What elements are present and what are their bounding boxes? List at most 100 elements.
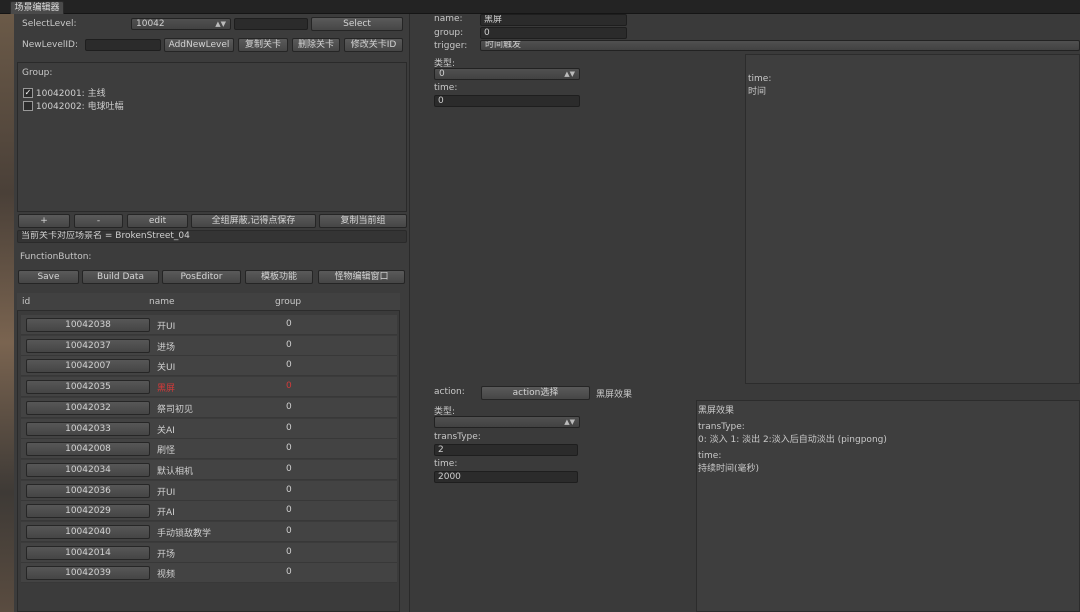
row-name: 黑屏 (157, 384, 176, 394)
group-field[interactable]: 0 (480, 27, 627, 39)
dropdown-arrow-icon: ▲▼ (215, 20, 226, 28)
action-value: 黑屏效果 (596, 390, 633, 400)
template-button[interactable]: 模板功能 (245, 270, 313, 284)
name-field[interactable]: 黑屏 (480, 14, 627, 26)
row-id-button[interactable]: 10042035 (26, 380, 150, 394)
add-new-level-button[interactable]: AddNewLevel (164, 38, 234, 52)
trigger-help-panel (745, 54, 1080, 384)
row-id-button[interactable]: 10042034 (26, 463, 150, 477)
scene-background (0, 14, 14, 612)
row-name: 祭司初见 (157, 405, 194, 415)
trigger-dropdown[interactable]: 时间触发 (480, 40, 1080, 51)
header-name: name (149, 297, 175, 307)
action-help-time-key: time: (698, 451, 722, 461)
header-group: group (275, 297, 302, 307)
row-id-button[interactable]: 10042033 (26, 422, 150, 436)
table-header (17, 293, 400, 311)
action-label: action: (434, 387, 465, 397)
action-help-trans-key: transType: (698, 422, 745, 432)
time-label: time: (434, 83, 458, 93)
trans-type-label: transType: (434, 432, 481, 442)
select-level-input[interactable] (234, 18, 308, 30)
window-tab-title: 场景编辑器 (14, 3, 60, 13)
trigger-value: 时间触发 (485, 40, 522, 50)
row-id-button[interactable]: 10042029 (26, 504, 150, 518)
trigger-help-key: time: (748, 74, 772, 84)
group-field-label: group: (434, 28, 464, 38)
action-select-button[interactable]: action选择 (481, 386, 590, 400)
action-help-title: 黑屏效果 (698, 406, 735, 416)
row-id-button[interactable]: 10042037 (26, 339, 150, 353)
action-type-dropdown[interactable]: ▲▼ (434, 416, 580, 428)
function-label: FunctionButton: (20, 252, 92, 262)
copy-level-button[interactable]: 复制关卡 (238, 38, 288, 52)
select-level-dropdown[interactable]: 10042 ▲▼ (131, 18, 231, 30)
select-level-value: 10042 (136, 19, 165, 29)
trigger-help-desc: 时间 (748, 87, 767, 97)
monster-editor-button[interactable]: 怪物编辑窗口 (318, 270, 405, 284)
action-help-time-desc: 持续时间(毫秒) (698, 464, 760, 474)
action-time-field[interactable]: 2000 (434, 471, 578, 483)
row-name: 关UI (157, 363, 176, 373)
row-name: 视频 (157, 570, 176, 580)
window-tab-strip (0, 0, 1080, 14)
trigger-label: trigger: (434, 41, 468, 51)
checkbox-empty-icon[interactable] (23, 100, 33, 111)
row-id-button[interactable]: 10042039 (26, 566, 150, 580)
group-item-1[interactable]: ✓ 10042001: 主线 (23, 86, 106, 99)
row-group: 0 (286, 505, 292, 515)
save-button[interactable]: Save (18, 270, 79, 284)
row-id-button[interactable]: 10042014 (26, 546, 150, 560)
row-group: 0 (286, 340, 292, 350)
row-name: 刷怪 (157, 446, 176, 456)
row-id-button[interactable]: 10042038 (26, 318, 150, 332)
row-name: 关AI (157, 426, 175, 436)
row-group: 0 (286, 319, 292, 329)
group-panel (17, 62, 407, 212)
trigger-type-value: 0 (439, 69, 445, 79)
row-group: 0 (286, 443, 292, 453)
shield-all-button[interactable]: 全组屏蔽,记得点保存 (191, 214, 316, 228)
checkbox-checked-icon[interactable]: ✓ (23, 87, 33, 98)
delete-level-button[interactable]: 删除关卡 (292, 38, 340, 52)
new-level-label: NewLevelID: (22, 40, 79, 50)
add-group-button[interactable]: + (18, 214, 70, 228)
row-group: 0 (286, 526, 292, 536)
row-group: 0 (286, 360, 292, 370)
row-name: 开场 (157, 550, 176, 560)
modify-level-id-button[interactable]: 修改关卡ID (344, 38, 403, 52)
row-id-button[interactable]: 10042036 (26, 484, 150, 498)
select-button[interactable]: Select (311, 17, 403, 31)
row-name: 开UI (157, 322, 176, 332)
row-group: 0 (286, 547, 292, 557)
build-data-button[interactable]: Build Data (82, 270, 159, 284)
pos-editor-button[interactable]: PosEditor (162, 270, 241, 284)
row-id-button[interactable]: 10042032 (26, 401, 150, 415)
dropdown-arrow-icon: ▲▼ (564, 70, 575, 78)
group-label: Group: (22, 68, 53, 78)
new-level-input[interactable] (85, 39, 161, 51)
group-item-label: 10042001: 主线 (35, 89, 106, 99)
row-name: 开UI (157, 488, 176, 498)
row-group: 0 (286, 464, 292, 474)
row-id-button[interactable]: 10042008 (26, 442, 150, 456)
remove-group-button[interactable]: - (74, 214, 123, 228)
select-level-label: SelectLevel: (22, 19, 77, 29)
name-label: name: (434, 14, 463, 24)
edit-group-button[interactable]: edit (127, 214, 188, 228)
row-name: 开AI (157, 508, 175, 518)
row-id-button[interactable]: 10042007 (26, 359, 150, 373)
time-field[interactable]: 0 (434, 95, 580, 107)
group-item-2[interactable]: 10042002: 电球吐幅 (23, 99, 124, 112)
copy-group-button[interactable]: 复制当前组 (319, 214, 407, 228)
row-group: 0 (286, 423, 292, 433)
trigger-type-dropdown[interactable]: 0 ▲▼ (434, 68, 580, 80)
header-id: id (22, 297, 31, 307)
window-tab[interactable]: 场景编辑器 (10, 1, 64, 14)
row-name: 进场 (157, 343, 176, 353)
row-name: 手动锁敌教学 (157, 529, 212, 539)
group-item-label: 10042002: 电球吐幅 (35, 102, 124, 112)
trans-type-field[interactable]: 2 (434, 444, 578, 456)
row-group: 0 (286, 567, 292, 577)
row-id-button[interactable]: 10042040 (26, 525, 150, 539)
